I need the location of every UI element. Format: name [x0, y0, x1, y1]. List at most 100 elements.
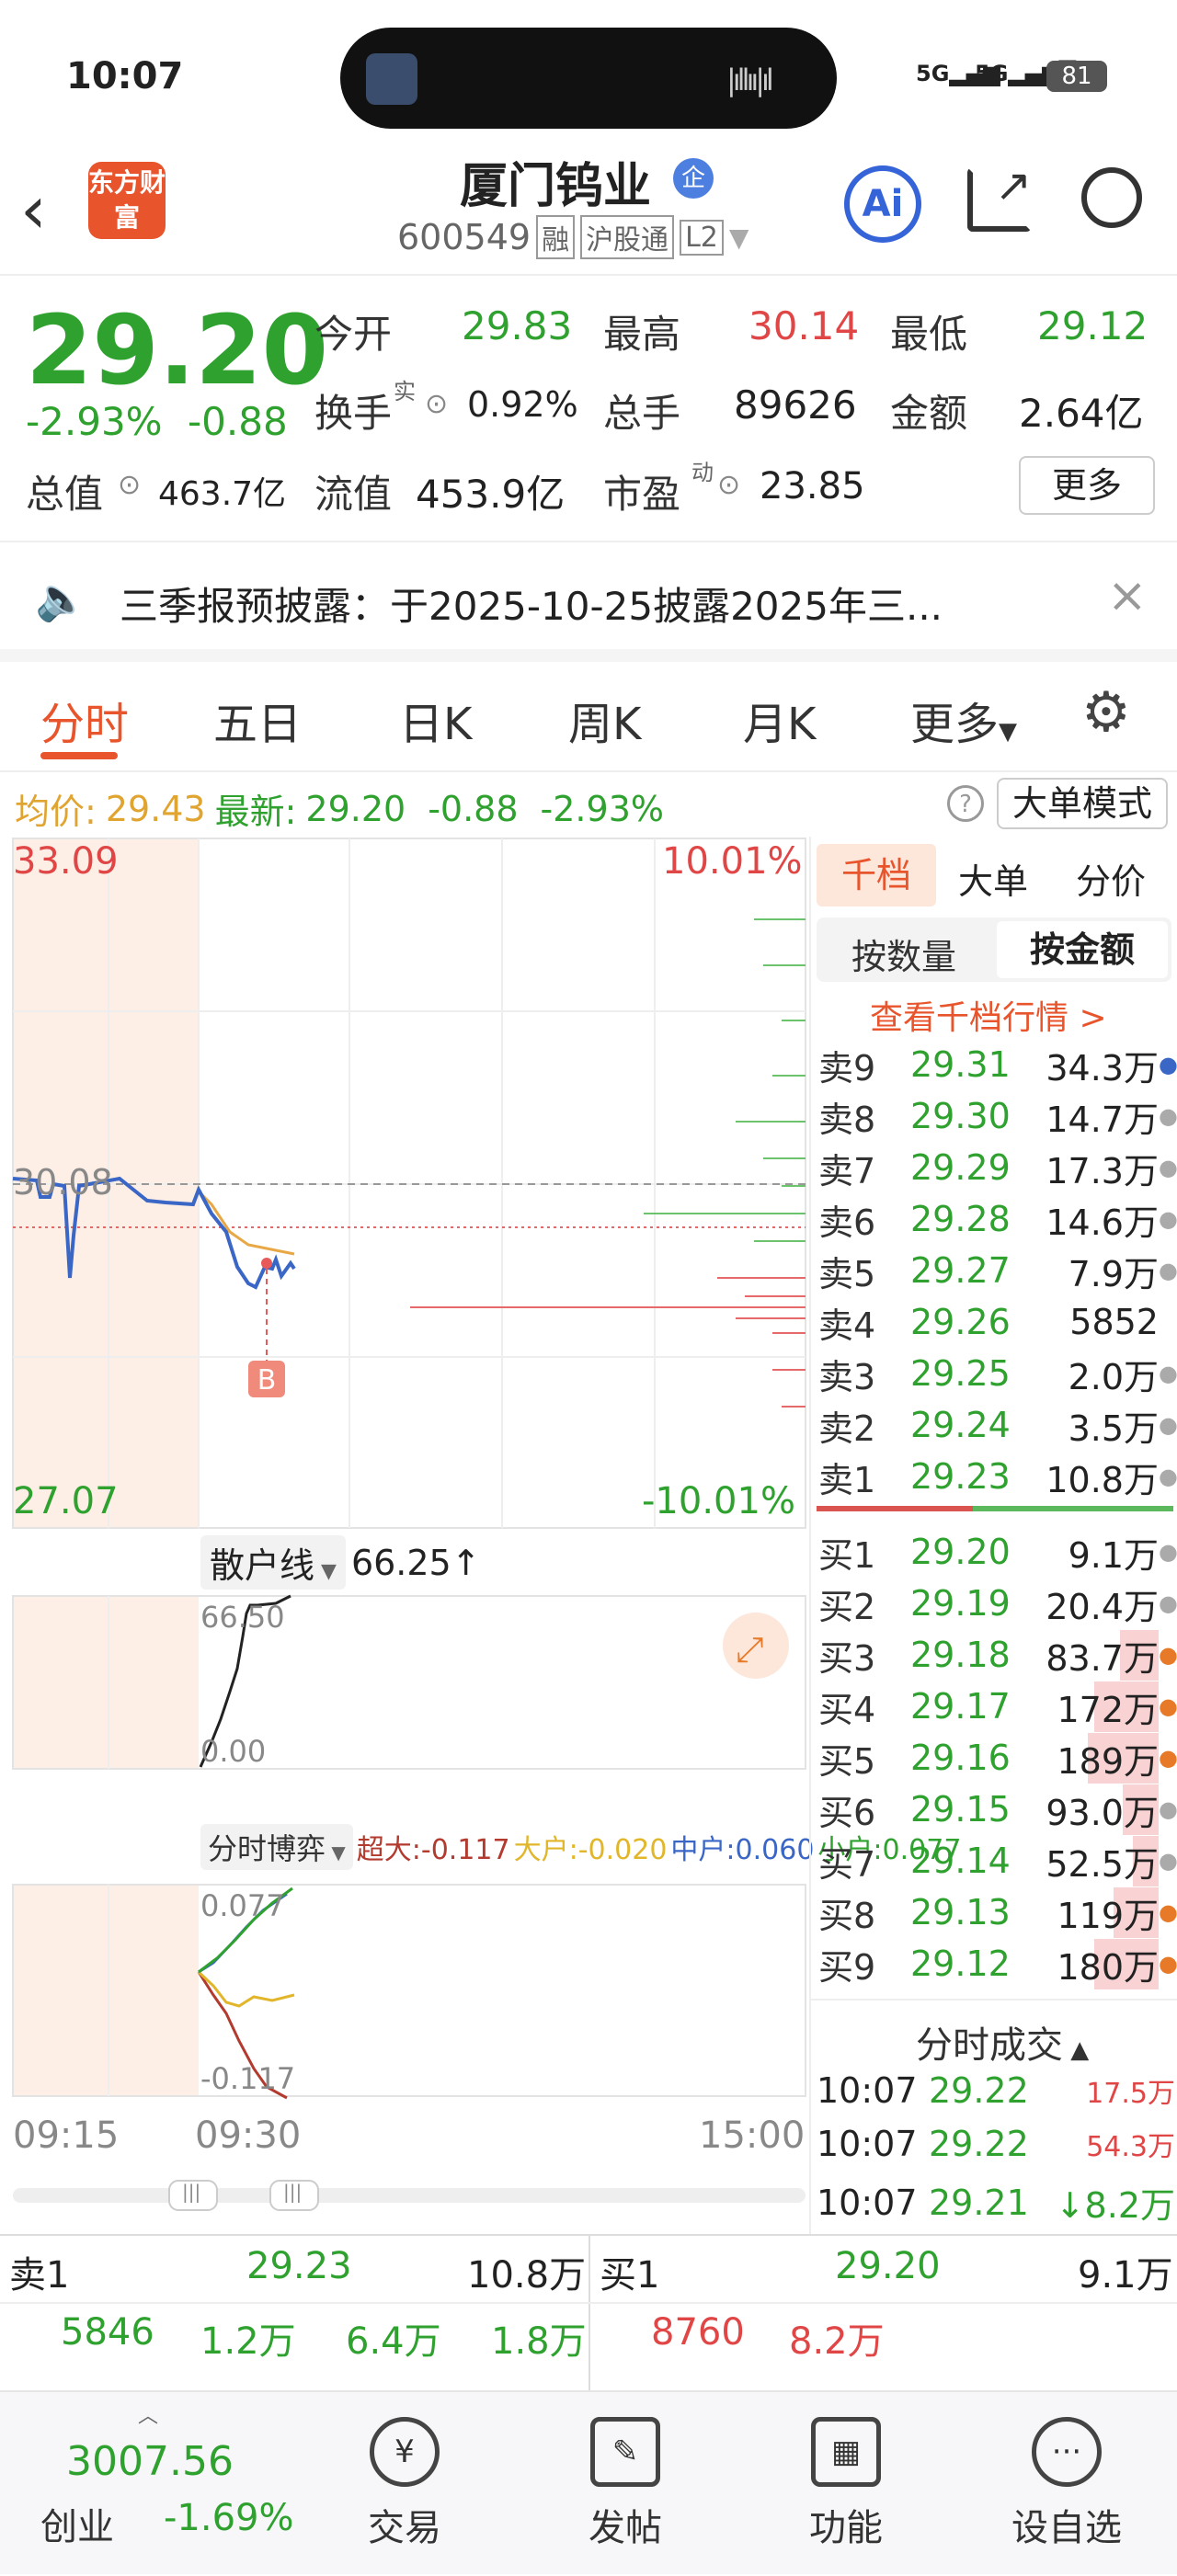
bid-row[interactable]: 买2 29.19 20.4万 ●: [811, 1578, 1177, 1629]
ask-row[interactable]: 卖2 29.24 3.5万 ●: [811, 1399, 1177, 1451]
ask-row[interactable]: 卖3 29.25 2.0万 ●: [811, 1348, 1177, 1399]
game-big: 大户:-0.020: [513, 1834, 668, 1866]
share-arrow: ↗: [995, 160, 1033, 211]
dynamic-island: |ıllıı|ıl: [340, 28, 837, 129]
bid-row[interactable]: 买7 29.14 52.5万 ●: [811, 1835, 1177, 1886]
info-icon[interactable]: ⊙: [118, 469, 141, 501]
intraday-chart[interactable]: 33.09 10.01% 30.08 27.07 -10.01% B 散户线 ▼…: [0, 837, 961, 2225]
avg-price-line-plot: [197, 1190, 295, 1256]
nav-trade[interactable]: ¥ 交易: [359, 2392, 451, 2576]
nav-functions[interactable]: ▦ 功能: [800, 2392, 892, 2576]
bottom-price: 27.07: [13, 1480, 119, 1522]
help-icon[interactable]: ?: [947, 785, 984, 822]
tab-monthly-k[interactable]: 月K: [743, 688, 816, 752]
quote-panel: 29.20 -2.93% -0.88 今开 29.83 最高 30.14 最低 …: [0, 276, 1177, 542]
info-icon[interactable]: ⊙: [425, 388, 448, 420]
app-logo[interactable]: 东方财富: [88, 162, 166, 239]
bid-row[interactable]: 买4 29.17 172万 ●: [811, 1681, 1177, 1732]
tag-connect: 沪股通: [580, 215, 675, 259]
nav-add-watchlist[interactable]: ··· 设自选: [1002, 2392, 1131, 2576]
turnover-sup: 实: [394, 379, 416, 405]
expand-icon[interactable]: ⤢: [736, 1629, 763, 1670]
queue-item: 8.2万: [789, 2320, 885, 2363]
tag-level2: L2: [680, 219, 724, 256]
index-name: 创业: [40, 2506, 114, 2548]
pe-sup: 动: [691, 460, 714, 485]
tab-more[interactable]: 更多▼: [910, 688, 1017, 752]
tab-intraday[interactable]: 分时: [40, 688, 129, 752]
tab-daily-k[interactable]: 日K: [399, 688, 472, 752]
status-bar: 10:07 |ıllıı|ıl 5G▂▄▆ 5G▂▄▆█ 81: [0, 0, 1177, 147]
tab-depth[interactable]: 千档: [817, 844, 936, 906]
slider-right-grip: |||: [283, 2181, 303, 2203]
notice-text[interactable]: 三季报预披露：于2025-10-25披露2025年三...: [120, 576, 943, 632]
retail-value: 66.25↑: [350, 1542, 481, 1583]
queue-item: 5846: [61, 2311, 154, 2354]
stock-code-row[interactable]: 600549 融 沪股通 L2 ▼: [397, 215, 748, 259]
tab-price-dist[interactable]: 分价: [1076, 853, 1146, 904]
bid-row[interactable]: 买5 29.16 189万 ●: [811, 1732, 1177, 1784]
ask-row[interactable]: 卖4 29.26 5852: [811, 1296, 1177, 1348]
change-amount: -0.88: [188, 399, 288, 444]
index-value[interactable]: 3007.56: [66, 2438, 234, 2485]
sell1-volume: 10.8万: [467, 2254, 587, 2297]
last-price: 29.20: [26, 294, 328, 406]
ask-row[interactable]: 卖9 29.31 34.3万 ●: [811, 1039, 1177, 1090]
audio-wave-icon: |ıllıı|ıl: [726, 63, 774, 97]
bid-row[interactable]: 买8 29.13 119万 ●: [811, 1886, 1177, 1938]
big-order-mode-button[interactable]: 大单模式: [997, 778, 1168, 829]
bid-row[interactable]: 买9 29.12 180万 ●: [811, 1938, 1177, 1989]
game-axis-top: 0.077: [200, 1888, 285, 1923]
nav-post[interactable]: ✎ 发帖: [579, 2392, 671, 2576]
buy-marker-dot: [261, 1258, 272, 1269]
notice-bar[interactable]: 🔈 三季报预披露：于2025-10-25披露2025年三... ×: [0, 542, 1177, 662]
time-open: 09:30: [195, 2114, 302, 2157]
sell1-label: 卖1: [9, 2254, 70, 2297]
tab-weekly-k[interactable]: 周K: [568, 688, 641, 752]
back-icon[interactable]: ‹: [20, 171, 47, 248]
grid-apps-icon: ▦: [811, 2417, 881, 2487]
retail-indicator-select[interactable]: 散户线 ▼: [200, 1535, 346, 1590]
queue-item: 6.4万: [346, 2320, 441, 2363]
ask-row[interactable]: 卖5 29.27 7.9万 ●: [811, 1245, 1177, 1296]
game-indicator-select[interactable]: 分时博弈 ▼: [200, 1824, 353, 1870]
tick-row: 10:07 29.21 ↓8.2万: [817, 2182, 1175, 2227]
by-quantity-button[interactable]: 按数量: [851, 929, 956, 979]
low-label: 最低: [890, 312, 968, 357]
time-slider-track[interactable]: [13, 2188, 806, 2203]
retail-axis-top: 66.50: [200, 1600, 285, 1635]
bottom-nav: ︿ 3007.56 创业 -1.69% ¥ 交易 ✎ 发帖 ▦ 功能 ··· 设自选: [0, 2390, 1177, 2574]
top-pct: 10.01%: [662, 840, 803, 883]
settings-gear-icon[interactable]: ⚙: [1081, 680, 1131, 745]
level1-summary: 卖1 29.23 10.8万 买1 29.20 9.1万 5846 1.2万 6…: [0, 2234, 1177, 2392]
ask-row[interactable]: 卖1 29.23 10.8万 ●: [811, 1451, 1177, 1502]
ai-icon[interactable]: Ai: [844, 165, 921, 243]
tab-five-day[interactable]: 五日: [213, 688, 302, 752]
bid-row[interactable]: 买6 29.15 93.0万 ●: [811, 1784, 1177, 1835]
buy1-label: 买1: [600, 2254, 660, 2297]
more-dots-icon: ···: [1032, 2417, 1102, 2487]
open-value: 29.83: [462, 303, 573, 348]
expand-up-icon[interactable]: ︿: [138, 2399, 158, 2429]
chart-svg: [12, 838, 806, 2211]
game-axis-bottom: -0.117: [200, 2061, 296, 2096]
more-button[interactable]: 更多: [1019, 456, 1155, 515]
queue-item: 1.2万: [200, 2320, 296, 2363]
by-amount-button[interactable]: 按金额: [997, 921, 1168, 978]
tab-big-order[interactable]: 大单: [958, 853, 1028, 904]
ask-row[interactable]: 卖6 29.28 14.6万 ●: [811, 1193, 1177, 1245]
close-icon[interactable]: ×: [1107, 568, 1148, 623]
ask-row[interactable]: 卖8 29.30 14.7万 ●: [811, 1090, 1177, 1142]
amount-value: 2.64亿: [1019, 391, 1144, 436]
view-depth-link[interactable]: 查看千档行情 >: [870, 991, 1107, 1039]
ticks-title[interactable]: 分时成交 ▲: [916, 2015, 1089, 2069]
slider-left-grip: |||: [182, 2181, 201, 2203]
bid-row[interactable]: 买1 29.20 9.1万 ●: [811, 1526, 1177, 1578]
bid-row[interactable]: 买3 29.18 83.7万 ●: [811, 1629, 1177, 1681]
ask-row[interactable]: 卖7 29.29 17.3万 ●: [811, 1142, 1177, 1193]
latest-pct: -2.93%: [540, 788, 664, 829]
mid-price: 30.08: [13, 1162, 113, 1203]
info-icon[interactable]: ⊙: [717, 469, 740, 501]
search-icon[interactable]: [1081, 167, 1142, 228]
index-pct: -1.69%: [164, 2497, 294, 2539]
